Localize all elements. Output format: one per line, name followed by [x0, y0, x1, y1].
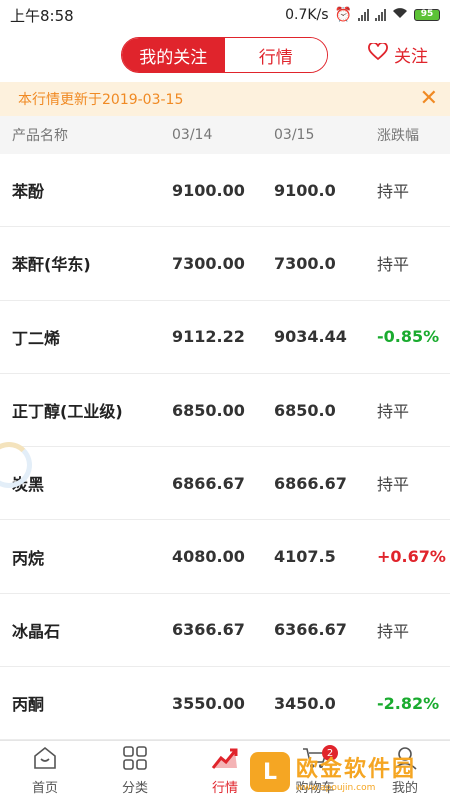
price-current: 9100.0: [274, 180, 336, 200]
header-product-name: 产品名称: [12, 128, 68, 144]
header-change: 涨跌幅: [377, 128, 419, 144]
price-current: 6366.67: [274, 620, 347, 640]
tab-label: 行情: [211, 780, 238, 796]
price-current: 6850.0: [274, 400, 336, 420]
price-change: 持平: [377, 182, 410, 202]
product-name: 苯酐(华东): [12, 255, 91, 275]
price-current: 6866.67: [274, 473, 347, 493]
status-indicators: 0.7K/s ⏰ 95: [285, 7, 440, 23]
watermark-title: 欧金软件园: [296, 757, 417, 782]
product-name: 冰晶石: [12, 621, 61, 641]
price-change: 持平: [377, 621, 410, 641]
tab-home[interactable]: 首页: [0, 741, 90, 800]
price-change: -0.85%: [377, 327, 440, 347]
wifi-icon: [392, 7, 408, 23]
price-change: -2.82%: [377, 693, 440, 713]
price-change: 持平: [377, 255, 410, 275]
product-name: 丁二烯: [12, 328, 61, 348]
price-prev: 4080.00: [172, 547, 245, 567]
price-prev: 6850.00: [172, 400, 245, 420]
price-current: 3450.0: [274, 693, 336, 713]
table-row[interactable]: 丁二烯 9112.22 9034.44 -0.85%: [0, 301, 450, 374]
notice-text: 本行情更新于2019-03-15: [18, 92, 184, 108]
price-prev: 9100.00: [172, 180, 245, 200]
tab-market[interactable]: 行情: [224, 38, 327, 72]
heart-icon: [368, 41, 388, 66]
price-prev: 3550.00: [172, 693, 245, 713]
price-prev: 7300.00: [172, 253, 245, 273]
net-speed: 0.7K/s: [285, 7, 329, 23]
price-prev: 6866.67: [172, 473, 245, 493]
table-row[interactable]: 丙酮 3550.00 3450.0 -2.82%: [0, 667, 450, 741]
table-row[interactable]: 冰晶石 6366.67 6366.67 持平: [0, 594, 450, 668]
price-current: 7300.0: [274, 253, 336, 273]
product-name: 丙烷: [12, 548, 45, 568]
update-notice: 本行情更新于2019-03-15 ✕: [0, 82, 450, 116]
grid-icon: [122, 745, 148, 774]
table-row[interactable]: 正丁醇(工业级) 6850.00 6850.0 持平: [0, 374, 450, 448]
signal-icon-2: [375, 9, 386, 21]
table-row[interactable]: 苯酐(华东) 7300.00 7300.0 持平: [0, 227, 450, 301]
price-list: 苯酚 9100.00 9100.0 持平 苯酐(华东) 7300.00 7300.0 持平 丁二…: [0, 154, 450, 741]
table-row[interactable]: 炭黑 6866.67 6866.67 持平: [0, 447, 450, 521]
price-change: +0.67%: [377, 547, 446, 567]
home-icon: [32, 746, 58, 774]
price-change: 持平: [377, 475, 410, 495]
table-row[interactable]: 苯酚 9100.00 9100.0 持平: [0, 154, 450, 228]
alarm-icon: ⏰: [334, 7, 352, 23]
header: 我的关注 行情 关注: [0, 30, 450, 80]
product-name: 正丁醇(工业级): [12, 402, 123, 422]
header-date-2: 03/15: [274, 127, 315, 143]
tab-label: 分类: [121, 780, 148, 796]
battery-icon: 95: [414, 9, 440, 21]
price-change: 持平: [377, 402, 410, 422]
status-time: 上午8:58: [10, 6, 74, 25]
watermark-logo-icon: L: [250, 752, 290, 792]
tab-label: 首页: [31, 780, 58, 796]
follow-label: 关注: [394, 47, 428, 67]
price-current: 4107.5: [274, 547, 336, 567]
tab-grid[interactable]: 分类: [90, 741, 180, 800]
header-date-1: 03/14: [172, 127, 213, 143]
table-header: 产品名称 03/14 03/15 涨跌幅: [0, 116, 450, 154]
product-name: 丙酮: [12, 695, 45, 715]
watermark-url: www.apoujin.com: [296, 783, 376, 793]
signal-icon: [358, 9, 369, 21]
tab-my-follow[interactable]: 我的关注: [122, 38, 225, 72]
price-prev: 9112.22: [172, 327, 245, 347]
status-bar: 上午8:58 0.7K/s ⏰ 95: [0, 0, 450, 30]
follow-button[interactable]: 关注: [368, 41, 428, 67]
close-icon[interactable]: ✕: [420, 88, 438, 110]
view-switcher: 我的关注 行情: [121, 37, 328, 73]
price-current: 9034.44: [274, 327, 347, 347]
table-row[interactable]: 丙烷 4080.00 4107.5 +0.67%: [0, 520, 450, 594]
price-prev: 6366.67: [172, 620, 245, 640]
watermark: L 欧金软件园 www.apoujin.com: [250, 748, 446, 796]
trend-icon: [211, 746, 239, 774]
product-name: 苯酚: [12, 182, 45, 202]
